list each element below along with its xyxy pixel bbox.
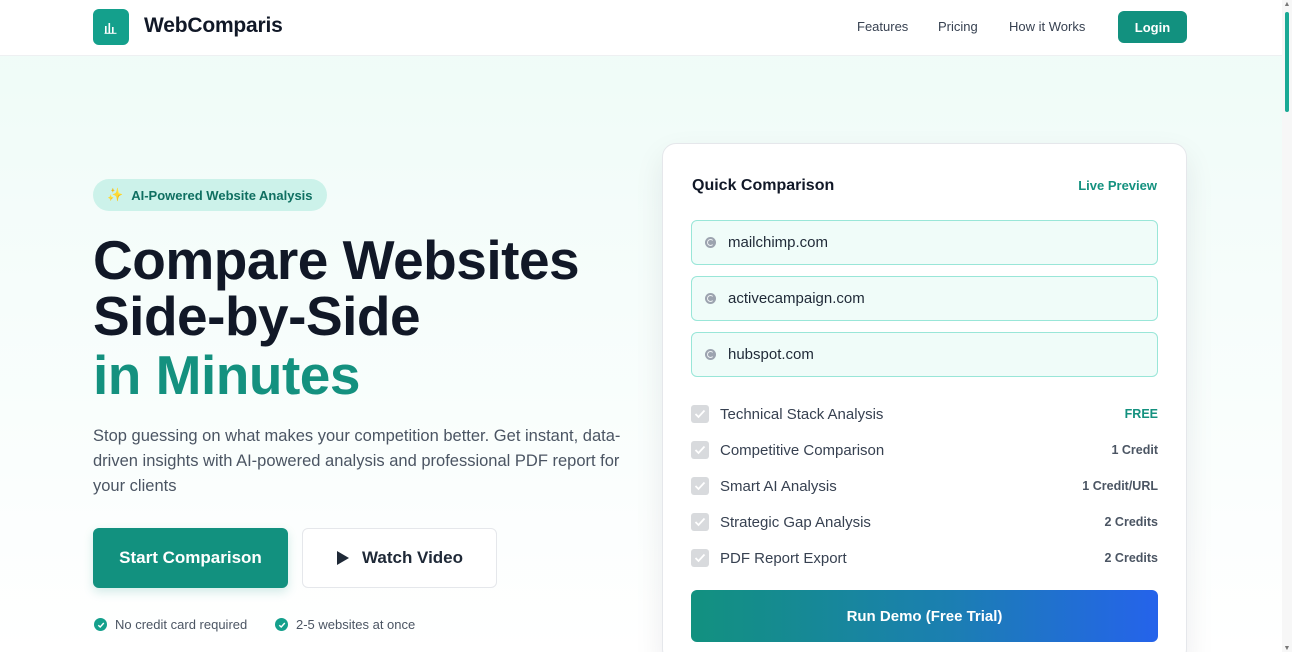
watch-video-label: Watch Video [361, 548, 464, 567]
url-value: activecampaign.com [728, 290, 865, 307]
bar-chart-icon [104, 22, 117, 34]
check-circle-icon [94, 618, 107, 631]
start-comparison-button[interactable]: Start Comparison [93, 528, 288, 588]
url-input-3[interactable]: hubspot.com [691, 332, 1158, 377]
option-label: PDF Report Export [720, 549, 847, 567]
quick-comparison-card: Quick Comparison Live Preview mailchimp.… [662, 143, 1187, 652]
hero-title-line-1: Compare Websites [93, 229, 580, 291]
checkbox-checked[interactable] [691, 405, 709, 423]
url-value: hubspot.com [728, 346, 814, 363]
watch-video-button[interactable]: Watch Video [302, 528, 497, 588]
page-scrollbar[interactable]: ▲ ▼ [1282, 0, 1292, 652]
option-smart-ai[interactable]: Smart AI Analysis 1 Credit/URL [691, 475, 1158, 497]
globe-icon [705, 293, 716, 304]
play-icon [336, 551, 349, 565]
nav-how-it-works[interactable]: How it Works [1009, 19, 1085, 34]
check-circle-icon [275, 618, 288, 631]
option-label: Technical Stack Analysis [720, 405, 884, 423]
hero-title-line-2: Side-by-Side [93, 285, 421, 347]
option-strategic-gap[interactable]: Strategic Gap Analysis 2 Credits [691, 511, 1158, 533]
checkbox-checked[interactable] [691, 513, 709, 531]
ai-badge: ✨ AI-Powered Website Analysis [93, 179, 327, 211]
option-price: 1 Credit/URL [1082, 479, 1158, 493]
perk-label: 2-5 websites at once [296, 617, 416, 632]
perk-label: No credit card required [115, 617, 248, 632]
perk-no-credit-card: No credit card required [94, 617, 247, 632]
globe-icon [705, 237, 716, 248]
scroll-down-arrow-icon[interactable]: ▼ [1283, 644, 1291, 652]
run-demo-button[interactable]: Run Demo (Free Trial) [691, 590, 1158, 642]
hero-title: Compare Websites Side-by-Side [93, 229, 580, 347]
url-input-1[interactable]: mailchimp.com [691, 220, 1158, 265]
nav-pricing[interactable]: Pricing [938, 19, 978, 34]
logo-chart-icon[interactable] [93, 9, 129, 45]
url-input-2[interactable]: activecampaign.com [691, 276, 1158, 321]
option-pdf-report[interactable]: PDF Report Export 2 Credits [691, 547, 1158, 569]
url-value: mailchimp.com [728, 234, 829, 251]
hero-title-accent: in Minutes [93, 344, 360, 406]
option-label: Competitive Comparison [720, 441, 885, 459]
option-label: Strategic Gap Analysis [720, 513, 871, 531]
option-price: 2 Credits [1104, 551, 1159, 565]
option-label: Smart AI Analysis [720, 477, 837, 495]
live-preview-label: Live Preview [1078, 178, 1157, 193]
perk-websites-at-once: 2-5 websites at once [275, 617, 415, 632]
option-price: 1 Credit [1111, 443, 1158, 457]
option-technical-stack[interactable]: Technical Stack Analysis FREE [691, 403, 1158, 425]
checkbox-checked[interactable] [691, 441, 709, 459]
brand-name[interactable]: WebComparis [144, 14, 283, 38]
option-price: FREE [1124, 407, 1158, 421]
ai-badge-label: AI-Powered Website Analysis [131, 187, 313, 203]
scrollbar-thumb[interactable] [1285, 12, 1289, 112]
checkbox-checked[interactable] [691, 477, 709, 495]
nav-features[interactable]: Features [857, 19, 908, 34]
globe-icon [705, 349, 716, 360]
login-button[interactable]: Login [1118, 11, 1187, 43]
option-competitive-comparison[interactable]: Competitive Comparison 1 Credit [691, 439, 1158, 461]
scroll-up-arrow-icon[interactable]: ▲ [1283, 0, 1291, 8]
hero-description: Stop guessing on what makes your competi… [93, 427, 621, 495]
checkbox-checked[interactable] [691, 549, 709, 567]
card-title: Quick Comparison [692, 177, 835, 194]
sparkle-icon: ✨ [107, 187, 124, 202]
option-price: 2 Credits [1104, 515, 1159, 529]
top-header: WebComparis Features Pricing How it Work… [0, 0, 1282, 56]
